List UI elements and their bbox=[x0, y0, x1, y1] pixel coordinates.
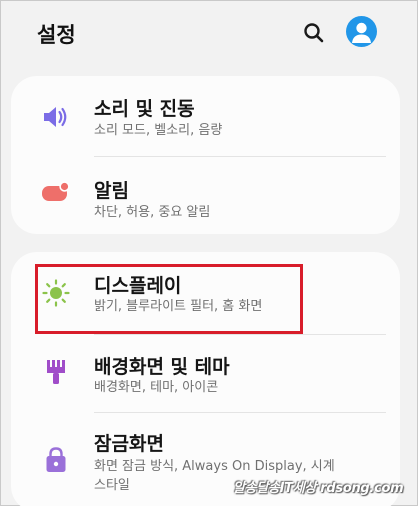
wallpaper-theme-title: 배경화면 및 테마 bbox=[94, 356, 230, 378]
settings-card-group-2: 디스플레이 밝기, 블루라이트 필터, 홈 화면 배경화면 및 테마 배경화면,… bbox=[11, 252, 400, 506]
notifications-subtitle: 차단, 허용, 중요 알림 bbox=[94, 205, 211, 220]
search-icon bbox=[304, 23, 324, 43]
volume-icon bbox=[41, 102, 71, 132]
lock-icon bbox=[41, 445, 71, 475]
wallpaper-theme-item[interactable]: 배경화면 및 테마 배경화면, 테마, 아이콘 bbox=[11, 335, 400, 412]
notifications-title: 알림 bbox=[94, 180, 129, 202]
watermark: 알송달송IT세상 rdsong.com bbox=[233, 481, 404, 496]
settings-card-group-1: 소리 및 진동 소리 모드, 벨소리, 음량 알림 차단, 허용, 중요 알림 bbox=[11, 76, 400, 234]
brightness-icon bbox=[41, 278, 71, 308]
display-title: 디스플레이 bbox=[94, 275, 182, 297]
paintbrush-icon bbox=[41, 357, 71, 387]
lockscreen-subtitle-line1: 화면 잠금 방식, Always On Display, 시계 bbox=[94, 459, 335, 474]
display-subtitle: 밝기, 블루라이트 필터, 홈 화면 bbox=[94, 299, 263, 314]
app-header: 설정 bbox=[1, 1, 418, 67]
page-title: 설정 bbox=[37, 23, 76, 47]
account-icon bbox=[352, 22, 371, 43]
profile-button[interactable] bbox=[346, 16, 377, 47]
wallpaper-theme-subtitle: 배경화면, 테마, 아이콘 bbox=[94, 380, 219, 395]
notifications-item[interactable]: 알림 차단, 허용, 중요 알림 bbox=[11, 157, 400, 234]
display-item[interactable]: 디스플레이 밝기, 블루라이트 필터, 홈 화면 bbox=[11, 252, 400, 334]
notification-icon bbox=[41, 177, 71, 207]
sound-vibration-subtitle: 소리 모드, 벨소리, 음량 bbox=[94, 123, 223, 138]
sound-vibration-item[interactable]: 소리 및 진동 소리 모드, 벨소리, 음량 bbox=[11, 76, 400, 156]
sound-vibration-title: 소리 및 진동 bbox=[94, 98, 195, 120]
search-button[interactable] bbox=[300, 19, 328, 47]
lockscreen-subtitle-line2: 스타일 bbox=[94, 478, 130, 493]
lockscreen-title: 잠금화면 bbox=[94, 433, 164, 455]
